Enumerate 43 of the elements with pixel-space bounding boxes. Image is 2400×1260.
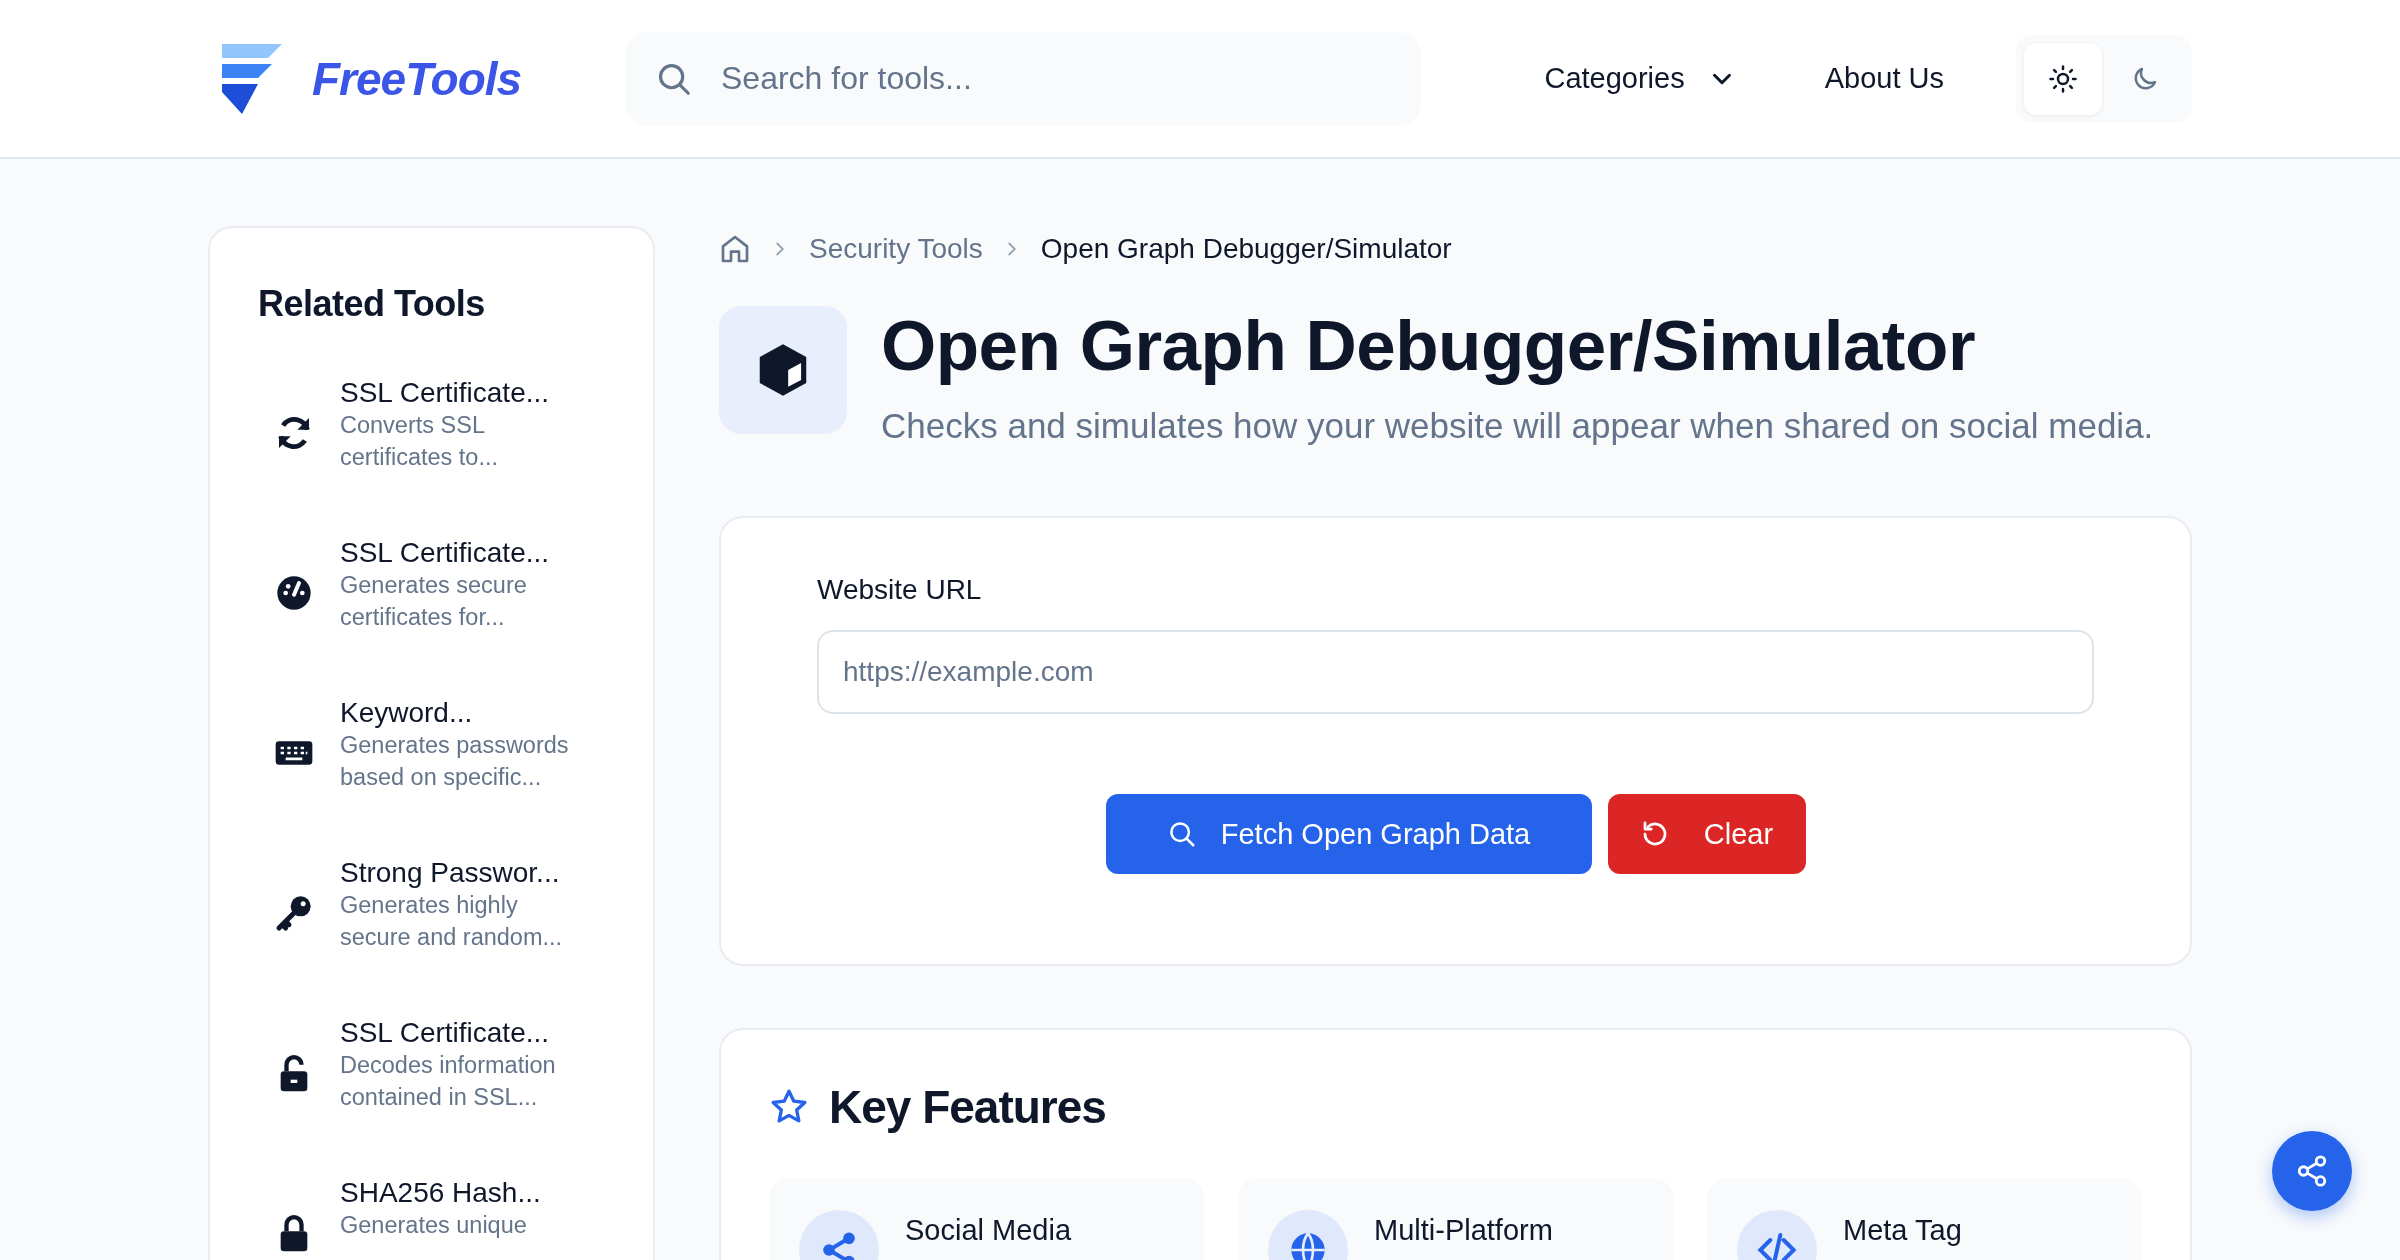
tool-title: SSL Certificate...	[340, 1017, 551, 1049]
current-page-label[interactable]: Open Graph Debugger/Simulator	[1040, 233, 1452, 265]
feature-title: Social Media	[905, 1214, 1072, 1248]
field-label: Website URL	[817, 574, 983, 606]
related-tool-item[interactable]: SSL Certificate... Decodes information contained in SSL...	[258, 1017, 653, 1177]
code-icon	[1757, 1230, 1797, 1260]
related-tool-item[interactable]: SSL Certificate... Generates secure certificates for...	[258, 537, 653, 697]
light-mode-button[interactable]	[2024, 42, 2102, 115]
tool-title: SHA256 Hash...	[340, 1177, 542, 1209]
related-tool-item[interactable]: Keyword... Generates passwords based on specific...	[258, 697, 653, 857]
tool-title: Strong Passwor...	[340, 857, 561, 889]
tool-description: Decodes information contained in SSL...	[340, 1051, 557, 1112]
fetch-button[interactable]: Fetch Open Graph Data	[1105, 794, 1592, 874]
breadcrumb-link[interactable]: Security Tools	[809, 233, 983, 265]
gauge-icon	[274, 573, 314, 613]
clear-button[interactable]: Clear	[1607, 794, 1806, 874]
share-button[interactable]	[2272, 1131, 2352, 1211]
sidebar-title: Related Tools	[258, 283, 486, 325]
related-tool-item[interactable]: Strong Passwor... Generates highly secure and random...	[258, 857, 653, 1017]
tool-title: Keyword...	[340, 697, 474, 729]
tool-title: SSL Certificate...	[340, 377, 551, 409]
related-tool-item[interactable]: SHA256 Hash... Generates unique	[258, 1177, 653, 1260]
url-input-field[interactable]: https://example.com	[817, 630, 2094, 714]
sun-icon	[2048, 63, 2078, 94]
tool-description: Converts SSL certificates to...	[340, 411, 500, 472]
tool-description: Generates secure certificates for...	[340, 571, 528, 632]
tool-title: SSL Certificate...	[340, 537, 551, 569]
section-title: Key Features	[829, 1080, 1106, 1134]
tool-description: Generates unique	[340, 1211, 528, 1240]
nav-link[interactable]: About Us	[1824, 62, 1944, 95]
tool-description: Generates highly secure and random...	[340, 891, 564, 952]
home-icon	[719, 233, 751, 265]
share-icon	[2295, 1154, 2329, 1188]
related-tool-item[interactable]: SSL Certificate... Converts SSL certificates to...	[258, 377, 653, 537]
search-field[interactable]: Search for tools...	[625, 31, 1421, 126]
page-title: Open Graph Debugger/Simulator	[881, 305, 1976, 387]
categories-menu[interactable]: Categories	[1544, 62, 1737, 95]
key-icon	[274, 893, 314, 933]
page-subtitle: Checks and simulates how your website will appear when shared on social media.	[881, 406, 2154, 446]
feature-title: Meta Tag	[1843, 1214, 1962, 1248]
feature-title: Multi-Platform	[1374, 1214, 1553, 1248]
tool-description: Generates passwords based on specific...	[340, 731, 570, 792]
logo-text[interactable]: FreeTools	[312, 51, 522, 106]
